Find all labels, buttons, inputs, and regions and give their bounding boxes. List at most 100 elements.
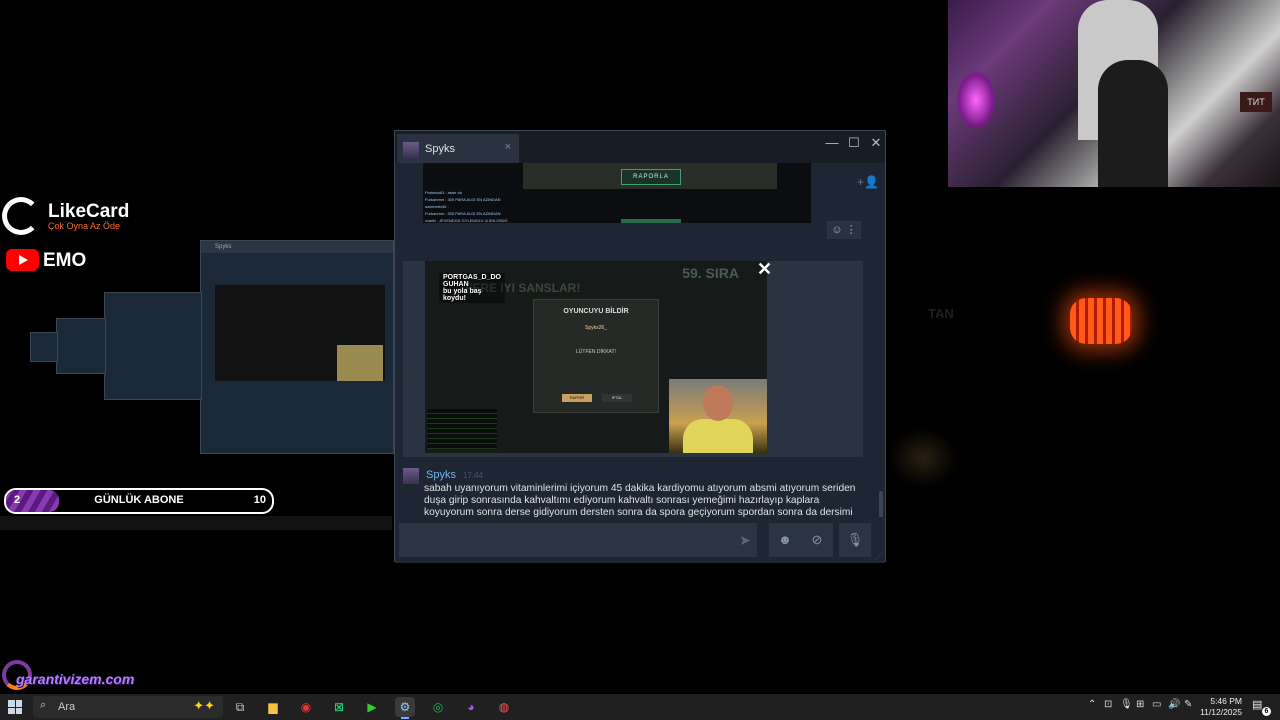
send-icon[interactable]: ➤ [731, 523, 759, 557]
minimize-button[interactable]: — [822, 135, 842, 150]
message-composer: ➤ ☻ ⊘ 🎙 ⋰ [395, 519, 885, 563]
taskbar-search[interactable]: ⌕ Ara ✦✦ [33, 696, 223, 718]
shared-screenshot[interactable]: FERE IYI SANSLAR! 59. SIRA PORTGAS_D_DO … [425, 261, 767, 453]
author-avatar[interactable] [403, 468, 419, 484]
message-actions[interactable]: ☺ ⋮ [827, 221, 861, 239]
scrollbar[interactable] [879, 491, 883, 517]
tab-close-icon[interactable]: × [505, 141, 511, 153]
notification-count: 6 [1262, 707, 1271, 716]
youtube-channel: EMO [43, 250, 87, 271]
obs-icon[interactable]: ◍ [494, 697, 514, 717]
image-message[interactable]: FERE IYI SANSLAR! 59. SIRA PORTGAS_D_DO … [403, 259, 863, 457]
preview-chat-line: Furkanmm : 300 PARA ALDI EN AZINDAN [425, 211, 501, 216]
nested-window-capture-3 [56, 318, 106, 374]
nested-window-capture-2 [104, 292, 202, 400]
avatar [403, 142, 419, 158]
message-list[interactable]: RAPORLA Protecto63 : abse do Furkanmm : … [395, 163, 885, 517]
caption-line: PORTGAS_D_DO [443, 274, 501, 281]
wall-sign: ТИТ [1240, 92, 1272, 112]
heater-lamp [1070, 298, 1132, 344]
steam-chat-window: Spyks × — ☐ ✕ RAPORLA Protecto63 : abse … [394, 130, 886, 563]
youtube-icon [6, 249, 39, 271]
tray-monitor-icon[interactable]: ⊞ [1136, 699, 1144, 710]
garanti-text: garantivizem.com [16, 671, 135, 687]
attach-button[interactable]: ⊘ [801, 523, 833, 557]
start-button[interactable] [8, 700, 22, 714]
report-button-preview: RAPORLA [621, 169, 681, 185]
steam-icon[interactable]: ⚙ [395, 697, 415, 719]
clock-time: 5:46 PM [1210, 696, 1242, 706]
nested-titlebar: Spyks [201, 241, 393, 253]
nested-taskbar [0, 516, 392, 530]
previous-screenshot[interactable]: RAPORLA Protecto63 : abse do Furkanmm : … [423, 163, 811, 223]
tray-app-icon[interactable]: ⊡ [1104, 699, 1112, 710]
likecard-icon [2, 197, 40, 235]
author-name[interactable]: Spyks [426, 469, 456, 481]
background-text: TAN [928, 306, 954, 321]
seated-person [1098, 60, 1168, 187]
dialog-player-name: Spyks26_ [585, 325, 607, 331]
windows-taskbar: ⌕ Ara ✦✦ ⧉ ▆ ◉ ⊠ ▶ ⚙ ◎ ◕ ◍ ⌃ ⊡ 🎙 ⊞ ▭ 🔊 ✎… [0, 694, 1280, 720]
message-time: 17:44 [463, 471, 484, 480]
goal-label: GÜNLÜK ABONE [94, 494, 184, 506]
background-face [888, 428, 958, 488]
cam-head [703, 385, 733, 421]
task-view-icon[interactable]: ⧉ [230, 697, 250, 717]
dialog-title: OYUNCUYU BİLDİR [563, 308, 629, 315]
chrome-icon[interactable]: ◉ [296, 697, 316, 717]
chat-tab-spyks[interactable]: Spyks × [397, 134, 519, 163]
resize-grip-icon[interactable]: ⋰ [875, 552, 883, 561]
volume-icon[interactable]: 🔊 [1168, 699, 1180, 710]
caption-line: koydu! [443, 295, 466, 302]
tray-chevron-icon[interactable]: ⌃ [1088, 699, 1096, 710]
cam-shirt [683, 419, 753, 453]
close-image-icon[interactable]: ✕ [757, 259, 772, 280]
preview-green-bar [621, 219, 681, 223]
likecard-name: LikeCard [48, 201, 130, 222]
dialog-report-button: RAPOR [562, 394, 592, 402]
dialog-warning: LÜTFEN DİKKAT! [576, 349, 616, 355]
screenshot-caption: PORTGAS_D_DO GUHAN bu yola baş koydu! [439, 273, 505, 303]
search-placeholder: Ara [58, 701, 76, 713]
nested-window-capture-4 [30, 332, 58, 362]
nested-window-capture: Spyks [200, 240, 394, 454]
emoticon-button[interactable]: ☻ [769, 523, 801, 557]
daily-subscriber-goal: 2 GÜNLÜK ABONE 10 [4, 488, 274, 514]
purple-light [956, 70, 996, 130]
preview-chat-line: azizmetin36 : [425, 204, 449, 209]
likecard-tagline: Çok Oyna Az Öde [48, 221, 121, 231]
window-titlebar: Spyks × — ☐ ✕ [395, 131, 885, 163]
screenshot-webcam [669, 379, 767, 453]
preview-chat-line: Protecto63 : abse do [425, 190, 462, 195]
message-text: sabah uyanıyorum vitaminlerimi içiyorum … [424, 483, 856, 517]
report-player-dialog: OYUNCUYU BİLDİR Spyks26_ LÜTFEN DİKKAT! … [533, 299, 659, 413]
nested-cam [337, 345, 383, 381]
add-friend-icon[interactable]: +👤 [857, 175, 879, 189]
preview-chat-lines: Protecto63 : abse do Furkanmm : 300 PARA… [425, 189, 508, 224]
maximize-button[interactable]: ☐ [844, 135, 864, 151]
system-clock[interactable]: 5:46 PM 11/12/2025 [1196, 696, 1242, 718]
message-input[interactable] [399, 523, 757, 557]
notification-icon[interactable]: ▤ 6 [1252, 698, 1271, 716]
copilot-sparkle-icon: ✦✦ [193, 698, 215, 713]
file-explorer-icon[interactable]: ▆ [263, 697, 283, 717]
voice-button[interactable]: 🎙 [839, 523, 871, 557]
chat-tab-label: Spyks [425, 143, 455, 155]
network-icon[interactable]: ▭ [1152, 699, 1161, 710]
webcam-feed: ТИТ [948, 0, 1280, 187]
screenshot-chat [427, 409, 497, 449]
close-button[interactable]: ✕ [866, 135, 886, 151]
caption-line: bu yola baş [443, 288, 482, 295]
xbox-icon[interactable]: ⊠ [329, 697, 349, 717]
pen-icon[interactable]: ✎ [1184, 699, 1192, 710]
microphone-icon[interactable]: 🎙 [1120, 699, 1133, 710]
game-launcher-icon[interactable]: ▶ [362, 697, 382, 717]
preview-chat-line: Furkanmm : 300 PARA ALDI EN AZINDAN [425, 197, 501, 202]
spotify-icon[interactable]: ◎ [428, 697, 448, 717]
discord-icon[interactable]: ◕ [461, 697, 481, 717]
goal-target: 10 [253, 494, 266, 506]
caption-line: GUHAN [443, 281, 469, 288]
clock-date: 11/12/2025 [1200, 707, 1242, 717]
search-icon: ⌕ [40, 699, 47, 711]
preview-chat-line: xvadb : JEVENDGK GYLEMGLV JLSHLVSDG [425, 218, 508, 223]
